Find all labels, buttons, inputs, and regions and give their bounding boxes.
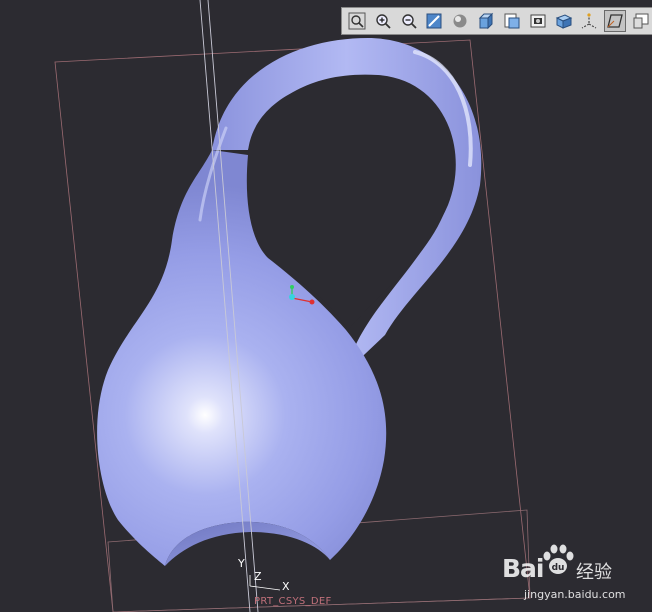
zoom-fit-button[interactable] bbox=[346, 10, 368, 32]
zoom-out-button[interactable] bbox=[398, 10, 420, 32]
display-style-icon bbox=[555, 14, 572, 29]
shading-button[interactable] bbox=[449, 10, 471, 32]
svg-text:du: du bbox=[552, 563, 565, 573]
repaint-button[interactable] bbox=[423, 10, 445, 32]
more-button[interactable] bbox=[630, 10, 652, 32]
baidu-paw-logo: du bbox=[543, 544, 574, 574]
shading-icon bbox=[453, 14, 467, 28]
csys-label: PRT_CSYS_DEF bbox=[254, 596, 332, 607]
saved-views-button[interactable] bbox=[475, 10, 497, 32]
watermark-brand: Bai bbox=[502, 554, 544, 583]
appearance-button[interactable] bbox=[527, 10, 549, 32]
zoom-out-icon bbox=[401, 14, 417, 29]
watermark-url: jingyan.baidu.com bbox=[524, 588, 626, 601]
saved-views-icon bbox=[478, 12, 494, 30]
zoom-in-icon bbox=[376, 14, 391, 29]
zoom-in-button[interactable] bbox=[372, 10, 394, 32]
model-viewport[interactable] bbox=[0, 0, 652, 612]
datum-display-icon bbox=[582, 13, 597, 29]
display-style-button[interactable] bbox=[553, 10, 575, 32]
appearance-icon bbox=[530, 14, 546, 28]
csys-axis-x-label: X bbox=[282, 580, 290, 593]
view-manager-icon bbox=[504, 13, 520, 29]
csys-axis-y-label: Y bbox=[238, 557, 245, 570]
plane-display-button[interactable] bbox=[604, 10, 627, 32]
watermark-cn: 经验 bbox=[576, 562, 612, 583]
datum-display-button[interactable] bbox=[578, 10, 600, 32]
view-manager-button[interactable] bbox=[501, 10, 523, 32]
baidu-watermark: du Bai 经验 jingyan.baidu.com bbox=[500, 540, 648, 608]
more-icon bbox=[633, 13, 649, 29]
repaint-icon bbox=[426, 13, 442, 29]
plane-display-icon bbox=[607, 14, 624, 28]
zoom-fit-icon bbox=[348, 12, 366, 30]
view-toolbar bbox=[341, 7, 652, 35]
csys-axis-z-label: Z bbox=[254, 570, 262, 583]
